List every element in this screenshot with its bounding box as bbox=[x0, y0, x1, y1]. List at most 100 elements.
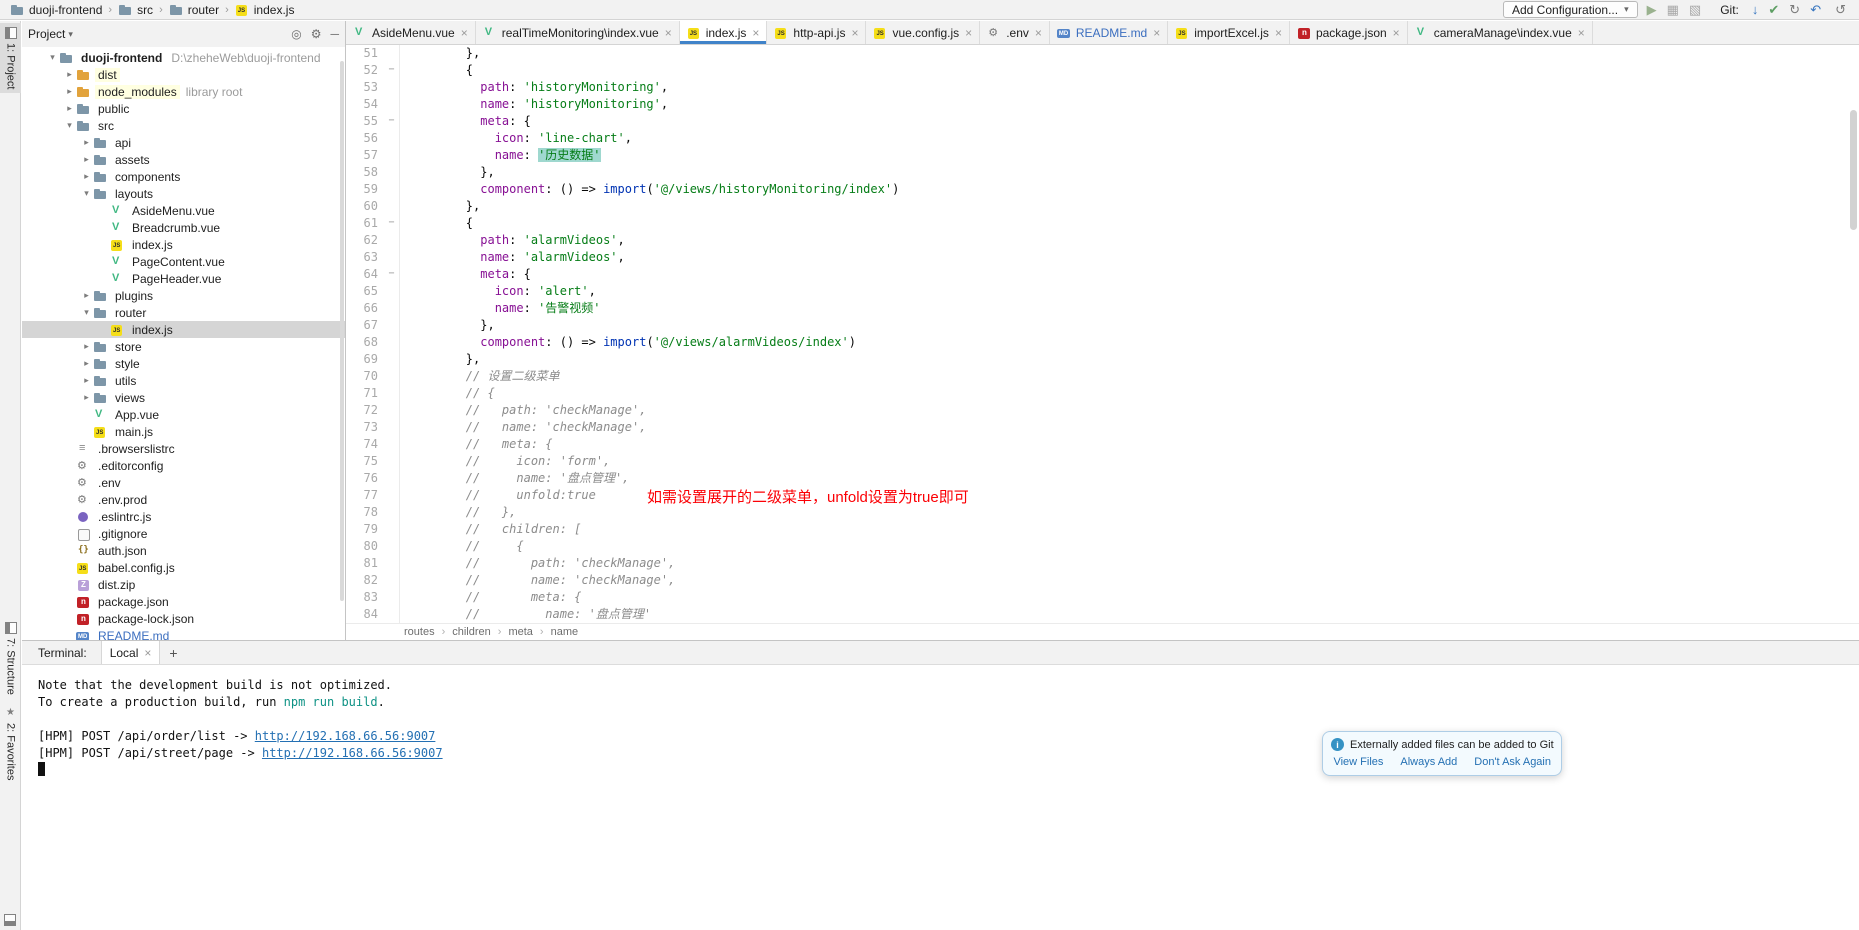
tree-item-eslintrc-js[interactable]: .eslintrc.js bbox=[22, 508, 345, 525]
close-tab-icon[interactable]: × bbox=[1578, 27, 1585, 39]
tree-item-router[interactable]: ▾router bbox=[22, 304, 345, 321]
editor-breadcrumb-name[interactable]: name bbox=[551, 626, 579, 638]
tree-item-components[interactable]: ▸components bbox=[22, 168, 345, 185]
tree-item-dist-zip[interactable]: dist.zip bbox=[22, 576, 345, 593]
tree-item-index-js[interactable]: index.js bbox=[22, 321, 345, 338]
close-tab-icon[interactable]: × bbox=[1275, 27, 1282, 39]
expand-arrow-icon[interactable]: ▸ bbox=[80, 392, 93, 403]
toolwindow-favorites-button[interactable]: ★ 2: Favorites bbox=[0, 703, 21, 784]
editor-tab-cameramanage-index-vue[interactable]: cameraManage\index.vue× bbox=[1408, 21, 1593, 44]
scrollbar-thumb[interactable] bbox=[1850, 110, 1857, 230]
editor-breadcrumb-children[interactable]: children bbox=[452, 626, 491, 638]
tree-item-pagecontent-vue[interactable]: PageContent.vue bbox=[22, 253, 345, 270]
tree-item-utils[interactable]: ▸utils bbox=[22, 372, 345, 389]
add-configuration-button[interactable]: Add Configuration... ▾ bbox=[1503, 1, 1638, 18]
tree-item-browserslistrc[interactable]: .browserslistrc bbox=[22, 440, 345, 457]
view-files-link[interactable]: View Files bbox=[1333, 756, 1383, 768]
expand-arrow-icon[interactable]: ▸ bbox=[80, 375, 93, 386]
terminal-link[interactable]: http://192.168.66.56:9007 bbox=[262, 746, 443, 760]
tree-item-package-lock-json[interactable]: package-lock.json bbox=[22, 610, 345, 627]
toolwindow-switcher-icon[interactable] bbox=[4, 914, 16, 926]
git-commit-icon[interactable]: ✔ bbox=[1768, 2, 1779, 17]
expand-arrow-icon[interactable]: ▸ bbox=[80, 341, 93, 352]
expand-arrow-icon[interactable]: ▾ bbox=[80, 307, 93, 318]
editor-tab-package-json[interactable]: package.json× bbox=[1290, 21, 1408, 44]
tree-item-duoji-frontend[interactable]: ▾duoji-frontendD:\zheheWeb\duoji-fronten… bbox=[22, 49, 345, 66]
breadcrumb-item-index-js[interactable]: index.js bbox=[233, 3, 297, 17]
close-tab-icon[interactable]: × bbox=[1035, 27, 1042, 39]
toolwindow-structure-button[interactable]: 7: Structure bbox=[0, 618, 21, 699]
tree-item-node-modules[interactable]: ▸node_moduleslibrary root bbox=[22, 83, 345, 100]
terminal-link[interactable]: http://192.168.66.56:9007 bbox=[255, 729, 436, 743]
don-t-ask-again-link[interactable]: Don't Ask Again bbox=[1474, 756, 1551, 768]
fold-marker-icon[interactable]: − bbox=[384, 113, 400, 130]
tree-item-plugins[interactable]: ▸plugins bbox=[22, 287, 345, 304]
expand-arrow-icon[interactable]: ▸ bbox=[63, 103, 76, 114]
editor-tab-index-js[interactable]: index.js× bbox=[680, 21, 768, 44]
tree-item-dist[interactable]: ▸dist bbox=[22, 66, 345, 83]
git-history-icon[interactable]: ↻ bbox=[1789, 2, 1800, 17]
tree-item-readme-md[interactable]: README.md bbox=[22, 627, 345, 640]
tree-item-public[interactable]: ▸public bbox=[22, 100, 345, 117]
always-add-link[interactable]: Always Add bbox=[1400, 756, 1457, 768]
tree-item-app-vue[interactable]: App.vue bbox=[22, 406, 345, 423]
tree-item-main-js[interactable]: main.js bbox=[22, 423, 345, 440]
editor-tab-http-api-js[interactable]: http-api.js× bbox=[767, 21, 866, 44]
breadcrumb-item-router[interactable]: router bbox=[167, 3, 221, 17]
expand-arrow-icon[interactable]: ▾ bbox=[80, 188, 93, 199]
toolwindow-project-button[interactable]: 1: Project bbox=[0, 23, 21, 93]
tree-item-gitignore[interactable]: .gitignore bbox=[22, 525, 345, 542]
editor-tab-vue-config-js[interactable]: vue.config.js× bbox=[866, 21, 980, 44]
close-tab-icon[interactable]: × bbox=[752, 27, 759, 39]
restore-layout-icon[interactable]: ↺ bbox=[1835, 2, 1846, 17]
tree-item-auth-json[interactable]: auth.json bbox=[22, 542, 345, 559]
editor-tab-env[interactable]: .env× bbox=[980, 21, 1050, 44]
git-update-icon[interactable]: ↓ bbox=[1752, 2, 1759, 17]
expand-arrow-icon[interactable]: ▸ bbox=[80, 171, 93, 182]
project-panel-title[interactable]: Project bbox=[28, 27, 65, 41]
breadcrumb-item-duoji-frontend[interactable]: duoji-frontend bbox=[8, 3, 104, 17]
code-editor[interactable]: 51 },52− {53 path: 'historyMonitoring',5… bbox=[346, 45, 1859, 623]
expand-arrow-icon[interactable]: ▸ bbox=[80, 154, 93, 165]
tree-item-babel-config-js[interactable]: babel.config.js bbox=[22, 559, 345, 576]
expand-arrow-icon[interactable]: ▸ bbox=[80, 290, 93, 301]
close-tab-icon[interactable]: × bbox=[461, 27, 468, 39]
editor-breadcrumb-meta[interactable]: meta bbox=[508, 626, 532, 638]
chevron-down-icon[interactable]: ▾ bbox=[68, 29, 73, 40]
tree-item-breadcrumb-vue[interactable]: Breadcrumb.vue bbox=[22, 219, 345, 236]
expand-arrow-icon[interactable]: ▸ bbox=[80, 137, 93, 148]
tree-item-pageheader-vue[interactable]: PageHeader.vue bbox=[22, 270, 345, 287]
hide-panel-icon[interactable]: ─ bbox=[330, 27, 339, 41]
locate-file-icon[interactable]: ◎ bbox=[291, 27, 301, 41]
editor-tab-readme-md[interactable]: README.md× bbox=[1050, 21, 1168, 44]
breadcrumb-item-src[interactable]: src bbox=[116, 3, 155, 17]
project-scrollbar[interactable] bbox=[340, 61, 344, 601]
tree-item-env[interactable]: .env bbox=[22, 474, 345, 491]
tree-item-layouts[interactable]: ▾layouts bbox=[22, 185, 345, 202]
terminal-output[interactable]: Note that the development build is not o… bbox=[22, 665, 1859, 930]
new-terminal-button[interactable]: + bbox=[160, 641, 186, 664]
tree-item-store[interactable]: ▸store bbox=[22, 338, 345, 355]
close-tab-icon[interactable]: × bbox=[665, 27, 672, 39]
editor-scrollbar[interactable] bbox=[1849, 55, 1858, 613]
editor-tab-asidemenu-vue[interactable]: AsideMenu.vue× bbox=[346, 21, 476, 44]
git-rollback-icon[interactable]: ↶ bbox=[1810, 2, 1821, 17]
tree-item-package-json[interactable]: package.json bbox=[22, 593, 345, 610]
expand-arrow-icon[interactable]: ▸ bbox=[80, 358, 93, 369]
tree-item-views[interactable]: ▸views bbox=[22, 389, 345, 406]
fold-marker-icon[interactable]: − bbox=[384, 62, 400, 79]
fold-marker-icon[interactable]: − bbox=[384, 215, 400, 232]
build-icon[interactable]: ▦ bbox=[1667, 2, 1679, 17]
tree-item-assets[interactable]: ▸assets bbox=[22, 151, 345, 168]
editor-tab-importexcel-js[interactable]: importExcel.js× bbox=[1168, 21, 1290, 44]
editor-tab-realtimemonitoring-index-vue[interactable]: realTimeMonitoring\index.vue× bbox=[476, 21, 680, 44]
close-tab-icon[interactable]: × bbox=[1153, 27, 1160, 39]
close-tab-icon[interactable]: × bbox=[965, 27, 972, 39]
tree-item-index-js[interactable]: index.js bbox=[22, 236, 345, 253]
tree-item-env-prod[interactable]: .env.prod bbox=[22, 491, 345, 508]
tree-item-asidemenu-vue[interactable]: AsideMenu.vue bbox=[22, 202, 345, 219]
expand-arrow-icon[interactable]: ▾ bbox=[63, 120, 76, 131]
fold-marker-icon[interactable]: − bbox=[384, 266, 400, 283]
close-tab-icon[interactable]: × bbox=[851, 27, 858, 39]
editor-breadcrumb-routes[interactable]: routes bbox=[404, 626, 435, 638]
